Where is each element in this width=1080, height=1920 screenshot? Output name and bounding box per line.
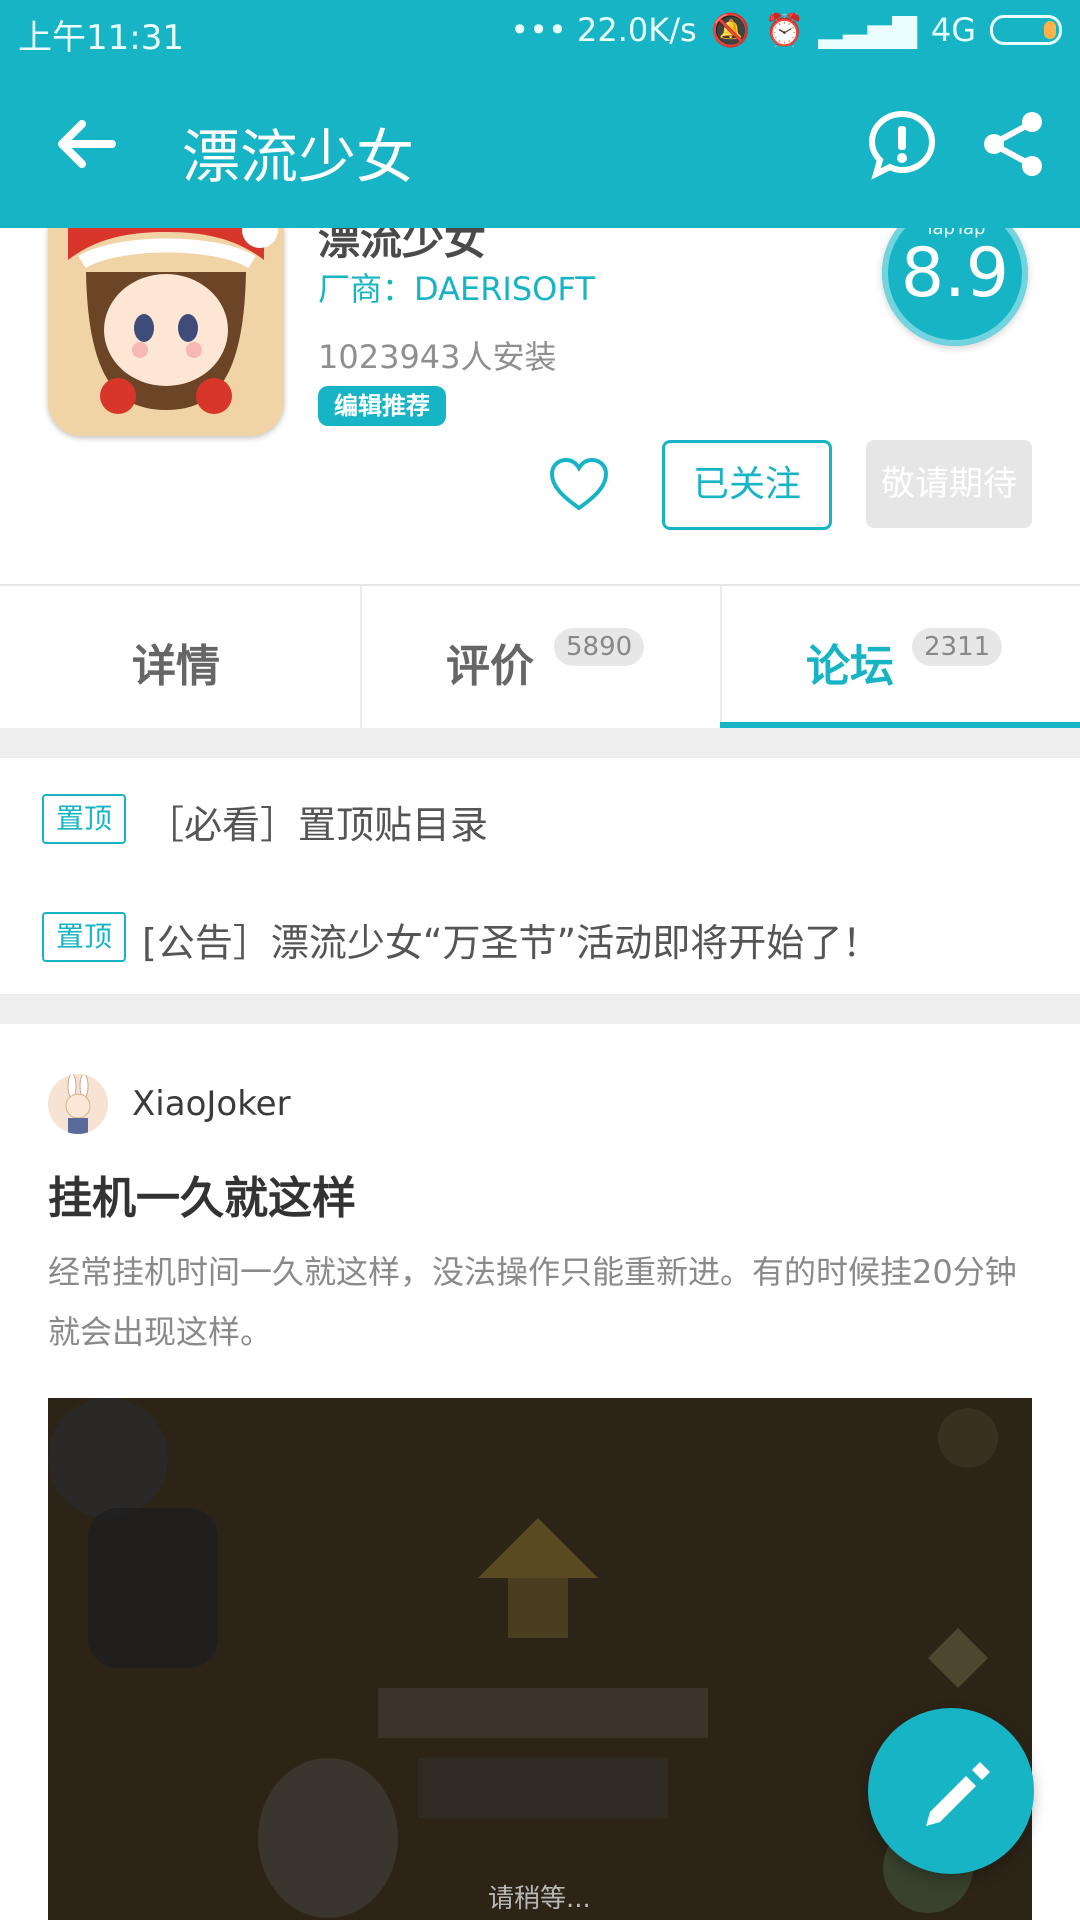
vendor-label[interactable]: 厂商：DAERISOFT: [318, 264, 595, 310]
pencil-icon: [926, 1762, 990, 1826]
section-gap: [0, 728, 1080, 758]
share-icon[interactable]: [974, 104, 1054, 184]
tab-bar: 详情 评价 5890 论坛 2311: [0, 584, 1080, 730]
tab-reviews-count: 5890: [554, 628, 645, 666]
followed-button[interactable]: 已关注: [662, 440, 832, 530]
pinned-badge: 置顶: [42, 794, 126, 844]
pinned-badge: 置顶: [42, 912, 126, 962]
back-icon[interactable]: [46, 104, 126, 184]
app-bar: 上午11:31 ••• 22.0K/s 🔕 ⏰ ▂▃▅▇ 4G 漂流少女: [0, 0, 1080, 228]
tab-forum-count: 2311: [912, 628, 1003, 666]
pinned-post[interactable]: 置顶 [公告］漂流少女“万圣节”活动即将开始了！: [0, 876, 1080, 996]
tab-forum[interactable]: 论坛 2311: [722, 586, 1080, 730]
app-icon-image: [48, 200, 284, 436]
avatar[interactable]: [48, 1074, 108, 1134]
status-time: 上午11:31: [18, 18, 184, 58]
status-right: ••• 22.0K/s 🔕 ⏰ ▂▃▅▇ 4G: [510, 10, 1062, 50]
section-gap: [0, 994, 1080, 1024]
tab-reviews[interactable]: 评价 5890: [362, 586, 720, 730]
tab-reviews-label: 评价: [446, 641, 534, 692]
app-icon: [48, 200, 284, 436]
await-button[interactable]: 敬请期待: [866, 440, 1032, 528]
image-caption: 请稍等...: [488, 1884, 591, 1914]
mute-icon: 🔕: [710, 11, 751, 49]
tab-details[interactable]: 详情: [0, 586, 360, 730]
favorite-heart-icon[interactable]: [548, 456, 610, 512]
signal-icon: ▂▃▅▇: [818, 11, 917, 49]
network-speed: ••• 22.0K/s: [510, 11, 697, 49]
compose-button[interactable]: [868, 1708, 1034, 1874]
battery-icon: [990, 15, 1062, 45]
alarm-icon: ⏰: [764, 11, 805, 49]
pinned-title: ［必看］置顶贴目录: [146, 803, 489, 847]
status-bar: 上午11:31 ••• 22.0K/s 🔕 ⏰ ▂▃▅▇ 4G: [0, 0, 1080, 62]
network-type: 4G: [930, 11, 976, 49]
post-author[interactable]: XiaoJoker: [132, 1084, 291, 1124]
post-title[interactable]: 挂机一久就这样: [48, 1162, 356, 1226]
pinned-post[interactable]: 置顶 ［必看］置顶贴目录: [0, 758, 1080, 878]
alert-icon[interactable]: [862, 104, 942, 184]
post-body: 经常挂机时间一久就这样，没法操作只能重新进。有的时候挂20分钟就会出现这样。: [48, 1253, 1017, 1351]
score-value: 8.9: [900, 234, 1010, 313]
editor-choice-badge: 编辑推荐: [318, 386, 446, 426]
page-title: 漂流少女: [182, 123, 415, 191]
tab-details-label: 详情: [132, 641, 220, 692]
pinned-title: [公告］漂流少女“万圣节”活动即将开始了！: [142, 921, 881, 965]
tab-forum-label: 论坛: [806, 641, 894, 692]
install-count: 1023943人安装: [318, 338, 557, 376]
